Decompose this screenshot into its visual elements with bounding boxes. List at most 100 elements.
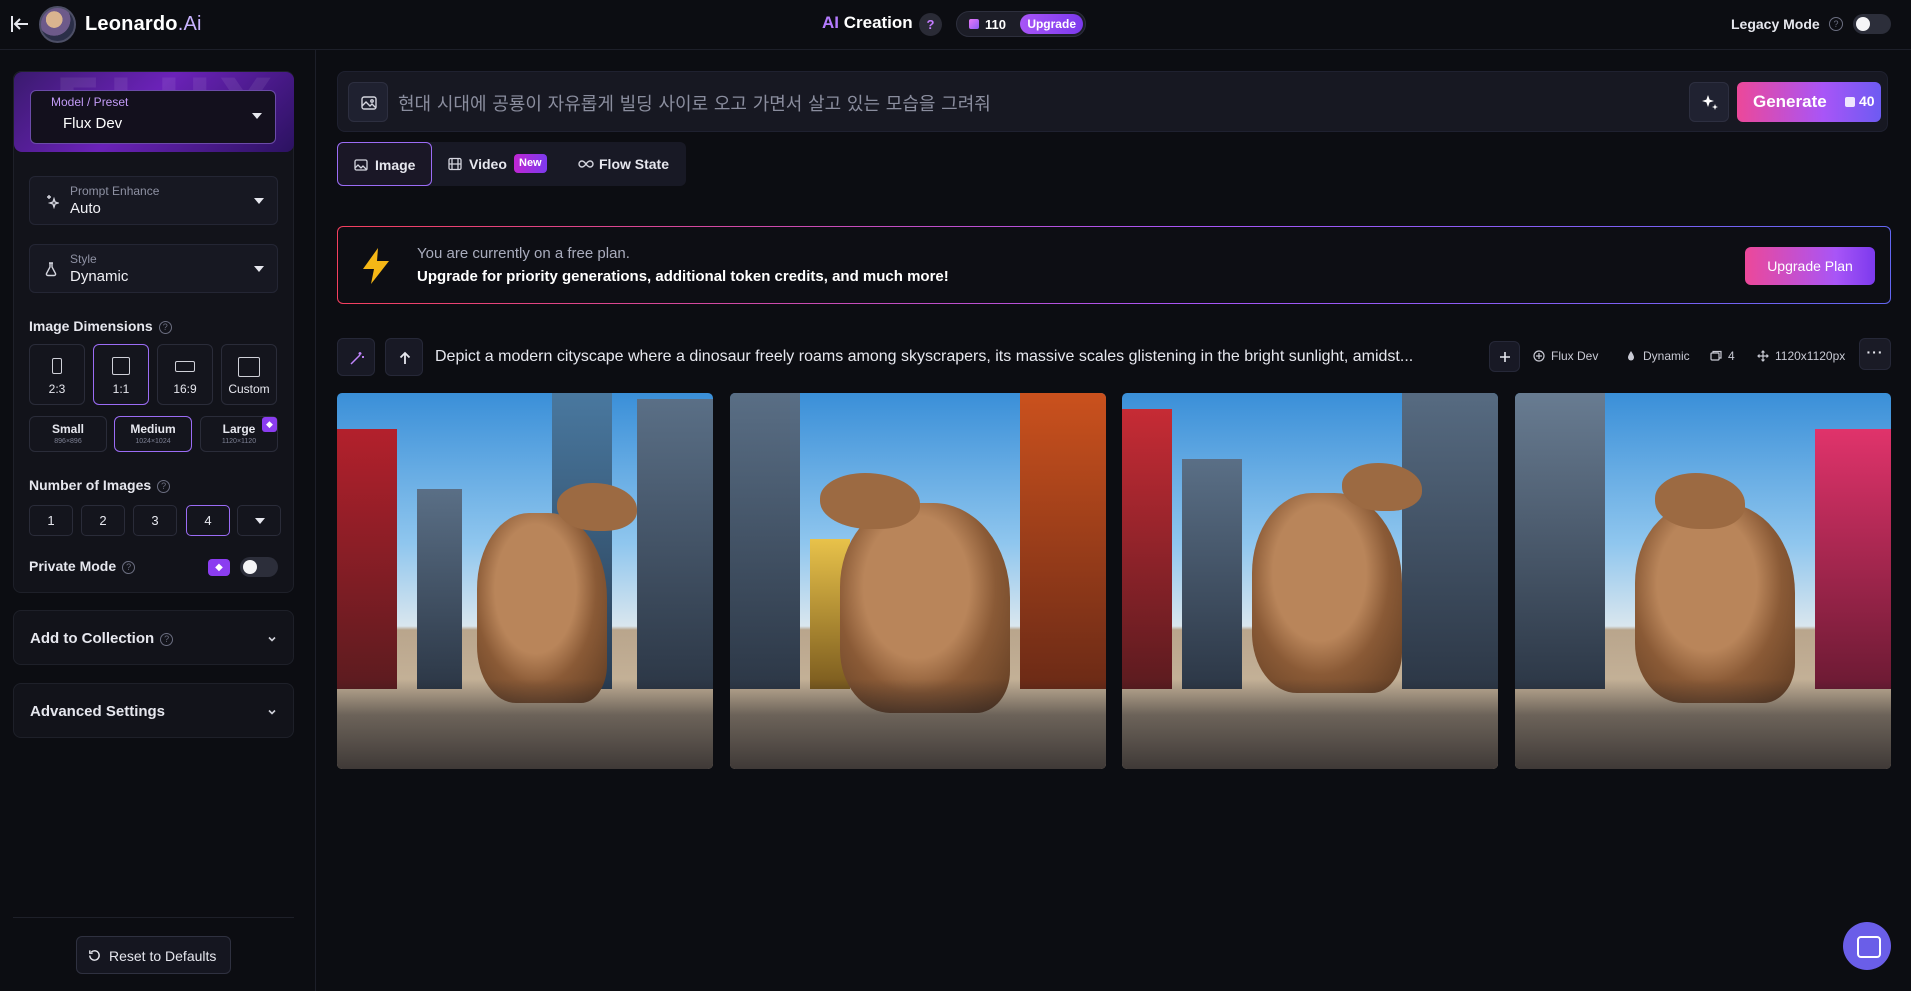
image-prompt-button[interactable] — [348, 82, 388, 122]
token-balance[interactable]: 110 Upgrade — [956, 11, 1086, 37]
building — [730, 393, 800, 689]
size-label: Small — [51, 422, 84, 436]
private-mode-heading: Private Mode? — [29, 558, 136, 574]
legacy-mode-label: Legacy Mode — [1731, 16, 1820, 32]
info-icon[interactable]: ? — [1829, 17, 1843, 31]
dinosaur — [477, 513, 607, 703]
generate-cost: 40 — [1859, 93, 1875, 109]
mode-tabs: Image Video New Flow State — [337, 142, 686, 186]
sparkle-icon — [43, 193, 61, 210]
building — [1402, 393, 1498, 689]
generation-style: Dynamic — [1625, 349, 1690, 363]
tab-label: Video — [469, 156, 507, 172]
expand-prompt-button[interactable] — [1489, 341, 1520, 372]
caret-down-icon — [255, 518, 265, 524]
tab-video[interactable]: Video New — [432, 142, 562, 186]
images-count-4[interactable]: 4 — [186, 505, 230, 536]
token-count: 110 — [985, 17, 1006, 32]
infinity-icon — [578, 157, 594, 171]
images-count-1[interactable]: 1 — [29, 505, 73, 536]
prompt-bar: 현대 시대에 공룡이 자유롭게 빌딩 사이로 오고 가면서 살고 있는 모습을 … — [337, 71, 1888, 132]
crowd — [1122, 679, 1498, 769]
generated-image-2[interactable] — [730, 393, 1106, 769]
size-medium-button[interactable]: Medium 1024×1024 — [114, 416, 192, 452]
aspect-2-3-button[interactable]: 2:3 — [29, 344, 85, 405]
magic-wand-button[interactable] — [337, 338, 375, 376]
square-icon — [112, 357, 130, 375]
upgrade-button[interactable]: Upgrade — [1020, 14, 1083, 34]
avatar[interactable] — [39, 6, 76, 43]
advanced-settings-label: Advanced Settings — [30, 703, 166, 720]
aspect-1-1-button[interactable]: 1:1 — [93, 344, 149, 405]
images-count-3[interactable]: 3 — [133, 505, 177, 536]
size-label: Medium — [130, 422, 176, 436]
prompt-enhance-select[interactable]: Prompt Enhance Auto — [29, 176, 278, 225]
generation-count: 4 — [1710, 349, 1735, 363]
reset-to-defaults-button[interactable]: Reset to Defaults — [76, 936, 231, 974]
add-to-collection-section[interactable]: Add to Collection? — [13, 610, 294, 665]
model-preset-label: Model / Preset — [51, 95, 129, 109]
aspect-label: 16:9 — [173, 382, 197, 396]
private-mode-toggle[interactable] — [240, 557, 278, 577]
info-icon[interactable]: ? — [160, 633, 174, 646]
generate-label: Generate — [1753, 92, 1827, 111]
tab-label: Flow State — [599, 156, 670, 172]
images-count-more[interactable] — [237, 505, 281, 536]
chat-support-button[interactable] — [1843, 922, 1891, 970]
images-icon — [1710, 350, 1722, 362]
aspect-custom-button[interactable]: Custom — [221, 344, 277, 405]
add-to-collection-label: Add to Collection? — [30, 630, 174, 647]
size-dims: 1024×1024 — [135, 438, 171, 445]
caret-down-icon — [254, 266, 264, 272]
building — [1515, 393, 1605, 689]
prompt-input[interactable]: 현대 시대에 공룡이 자유롭게 빌딩 사이로 오고 가면서 살고 있는 모습을 … — [398, 90, 991, 116]
number-of-images-heading: Number of Images? — [29, 477, 171, 493]
dinosaur — [1252, 493, 1402, 693]
style-select[interactable]: Style Dynamic — [29, 244, 278, 293]
generated-image-3[interactable] — [1122, 393, 1498, 769]
info-icon[interactable]: ? — [157, 480, 171, 493]
image-icon — [354, 158, 368, 172]
tab-flow-state[interactable]: Flow State — [562, 142, 686, 186]
building — [1182, 459, 1242, 689]
generated-image-1[interactable] — [337, 393, 713, 769]
prompt-magic-button[interactable] — [1689, 82, 1729, 122]
generation-dimensions: 1120x1120px — [1757, 349, 1845, 363]
images-count-2[interactable]: 2 — [81, 505, 125, 536]
more-options-button[interactable]: ··· — [1859, 338, 1891, 370]
back-arrow-icon[interactable] — [8, 12, 34, 38]
size-dims: 896×896 — [54, 438, 82, 445]
app-root: Leonardo.Ai AI Creation ? 110 Upgrade Le… — [0, 0, 1911, 991]
upgrade-plan-button[interactable]: Upgrade Plan — [1745, 247, 1875, 285]
top-bar: Leonardo.Ai AI Creation ? 110 Upgrade Le… — [0, 0, 1911, 50]
generation-header: Depict a modern cityscape where a dinosa… — [337, 338, 1891, 376]
prompt-enhance-value: Auto — [70, 200, 101, 217]
aspect-label: Custom — [228, 382, 270, 396]
sidebar-divider — [13, 917, 294, 918]
legacy-mode-toggle[interactable] — [1853, 14, 1891, 34]
size-small-button[interactable]: Small 896×896 — [29, 416, 107, 452]
flask-icon — [43, 261, 59, 277]
landscape-icon — [175, 361, 195, 372]
crowd — [730, 679, 1106, 769]
generated-image-4[interactable] — [1515, 393, 1891, 769]
help-icon[interactable]: ? — [919, 13, 942, 36]
style-label: Style — [70, 252, 97, 266]
reuse-prompt-button[interactable] — [385, 338, 423, 376]
chevron-down-icon — [267, 704, 277, 715]
premium-gem-icon: ◆ — [262, 417, 277, 432]
generate-button[interactable]: Generate 40 — [1737, 82, 1881, 122]
tab-image[interactable]: Image — [337, 142, 432, 186]
size-large-button[interactable]: Large 1120×1120 ◆ — [200, 416, 278, 452]
banner-line-2: Upgrade for priority generations, additi… — [417, 268, 949, 285]
info-icon[interactable]: ? — [158, 321, 172, 334]
crowd — [1515, 679, 1891, 769]
model-preset-select[interactable]: Model / Preset Flux Dev — [30, 90, 276, 144]
advanced-settings-section[interactable]: Advanced Settings — [13, 683, 294, 738]
aspect-16-9-button[interactable]: 16:9 — [157, 344, 213, 405]
billboard — [1815, 429, 1891, 689]
model-icon — [1533, 350, 1545, 362]
info-icon[interactable]: ? — [122, 561, 136, 574]
brand-logo[interactable]: Leonardo.Ai — [85, 13, 202, 36]
building — [637, 399, 713, 689]
